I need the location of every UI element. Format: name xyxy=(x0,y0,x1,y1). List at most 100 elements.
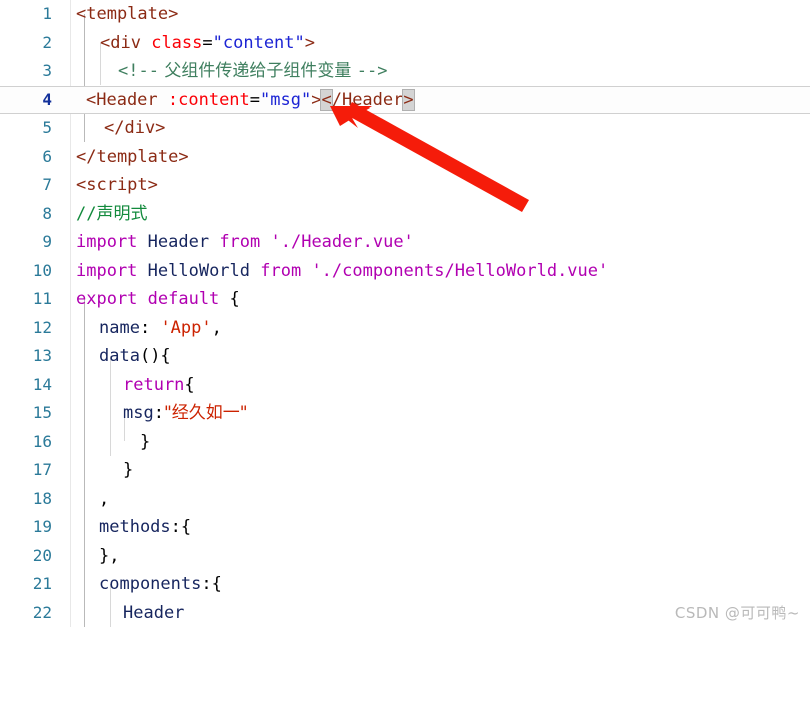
token-module-path: './components/HelloWorld.vue' xyxy=(301,260,609,281)
line-content[interactable]: name: 'App', xyxy=(99,314,222,343)
code-line[interactable]: 10 import HelloWorld from './components/… xyxy=(0,257,810,286)
code-line[interactable]: 19 methods:{ xyxy=(0,513,810,542)
line-number: 20 xyxy=(32,545,52,565)
token-comma: , xyxy=(211,317,222,338)
code-editor[interactable]: 1 <template> 2 <div class="content"> 3 <… xyxy=(0,0,810,627)
line-content[interactable]: , xyxy=(99,485,109,514)
line-content[interactable]: msg:"经久如一" xyxy=(123,399,248,428)
line-content[interactable]: <div class="content"> xyxy=(100,29,315,58)
code-line[interactable]: 1 <template> xyxy=(0,0,810,29)
token-tag: > xyxy=(304,32,316,53)
code-line[interactable]: 21 components:{ xyxy=(0,570,810,599)
token-string: "msg" xyxy=(260,89,312,110)
token-punctuation: :{ xyxy=(170,517,192,537)
line-content[interactable]: Header xyxy=(123,599,184,628)
token-punctuation: }, xyxy=(99,545,120,566)
code-line[interactable]: 5 </div> xyxy=(0,114,810,143)
code-line[interactable]: 17 } xyxy=(0,456,810,485)
code-line[interactable]: 3 <!-- 父组件传递给子组件变量 --> xyxy=(0,57,810,86)
code-line[interactable]: 18 , xyxy=(0,485,810,514)
code-line[interactable]: 20 }, xyxy=(0,542,810,571)
token-tag: <template> xyxy=(76,4,179,24)
token-tag: <Header xyxy=(86,89,158,110)
line-number: 18 xyxy=(32,488,52,508)
line-content[interactable]: <Header :content="msg"></Header> xyxy=(86,86,415,115)
token-brace: { xyxy=(184,374,195,395)
line-content[interactable]: components:{ xyxy=(99,570,222,599)
token-punctuation: (){ xyxy=(139,346,171,366)
line-content[interactable]: } xyxy=(123,456,133,485)
line-content[interactable]: </div> xyxy=(104,114,165,143)
line-number: 14 xyxy=(32,374,52,394)
token-keyword-import: import xyxy=(76,232,138,252)
line-number: 4 xyxy=(42,89,52,109)
token-comma: , xyxy=(99,488,110,509)
line-number: 8 xyxy=(42,203,52,223)
token-keyword-return: return xyxy=(123,374,185,395)
token-comment-text: 父组件传递给子组件变量 xyxy=(158,61,357,81)
token-identifier: Header xyxy=(137,232,220,252)
token-colon: : xyxy=(139,317,161,338)
code-line[interactable]: 12 name: 'App', xyxy=(0,314,810,343)
code-line[interactable]: 14 return{ xyxy=(0,371,810,400)
line-number: 21 xyxy=(32,574,52,593)
token-keyword-import: import xyxy=(76,260,138,281)
line-number: 10 xyxy=(32,260,52,280)
line-number: 5 xyxy=(42,118,52,137)
code-line[interactable]: 9 import Header from './Header.vue' xyxy=(0,228,810,257)
token-brace: { xyxy=(219,289,240,309)
line-number: 2 xyxy=(42,32,52,52)
token-comment: //声明式 xyxy=(76,203,148,224)
code-line[interactable]: 2 <div class="content"> xyxy=(0,29,810,58)
line-number: 12 xyxy=(32,317,52,337)
code-line-active[interactable]: 4 <Header :content="msg"></Header> xyxy=(0,85,810,115)
token-keyword-from: from xyxy=(260,260,302,281)
code-line[interactable]: 16 } xyxy=(0,428,810,457)
line-content[interactable]: export default { xyxy=(76,285,240,314)
line-content[interactable]: //声明式 xyxy=(76,200,147,229)
token-tag: /Header xyxy=(331,89,404,110)
line-content[interactable]: </template> xyxy=(76,143,189,172)
line-content[interactable]: <!-- 父组件传递给子组件变量 --> xyxy=(118,57,387,86)
line-content[interactable]: <template> xyxy=(76,0,178,29)
token-punctuation: :{ xyxy=(201,574,222,594)
token-tag: <div xyxy=(100,32,141,53)
line-number: 17 xyxy=(32,460,52,479)
line-content[interactable]: } xyxy=(140,428,150,457)
token-property-key: methods xyxy=(99,517,171,537)
token-keyword-from: from xyxy=(219,232,261,252)
code-line[interactable]: 13 data(){ xyxy=(0,342,810,371)
token-brace: } xyxy=(140,431,151,452)
token-bracket-match-open: < xyxy=(320,88,333,111)
line-content[interactable]: import HelloWorld from './components/Hel… xyxy=(76,257,608,286)
token-comment-open: <!-- xyxy=(118,61,159,81)
line-number: 13 xyxy=(32,346,52,365)
code-line[interactable]: 6 </template> xyxy=(0,143,810,172)
code-line[interactable]: 11 export default { xyxy=(0,285,810,314)
token-brace: } xyxy=(123,460,134,480)
token-operator: = xyxy=(249,89,261,110)
token-property-key: name xyxy=(99,317,140,338)
code-line[interactable]: 15 msg:"经久如一" xyxy=(0,399,810,428)
token-tag: </div> xyxy=(104,118,166,138)
token-keyword-export: export default xyxy=(76,289,220,309)
line-content[interactable]: <script> xyxy=(76,171,158,200)
token-string: 'App' xyxy=(160,317,212,338)
code-line[interactable]: 8 //声明式 xyxy=(0,200,810,229)
token-module-path: './Header.vue' xyxy=(260,232,414,252)
line-number: 3 xyxy=(42,61,52,80)
line-number: 15 xyxy=(32,403,52,422)
token-tag: </template> xyxy=(76,146,189,167)
code-lines[interactable]: 1 <template> 2 <div class="content"> 3 <… xyxy=(0,0,810,627)
line-content[interactable]: }, xyxy=(99,542,119,571)
line-content[interactable]: return{ xyxy=(123,371,195,400)
line-content[interactable]: methods:{ xyxy=(99,513,191,542)
token-string: "content" xyxy=(212,32,305,53)
token-property-key: msg xyxy=(123,403,154,423)
line-number: 9 xyxy=(42,232,52,251)
code-line[interactable]: 7 <script> xyxy=(0,171,810,200)
line-content[interactable]: data(){ xyxy=(99,342,171,371)
token-attribute: class xyxy=(151,32,203,53)
line-content[interactable]: import Header from './Header.vue' xyxy=(76,228,414,257)
token-operator: = xyxy=(202,32,213,53)
